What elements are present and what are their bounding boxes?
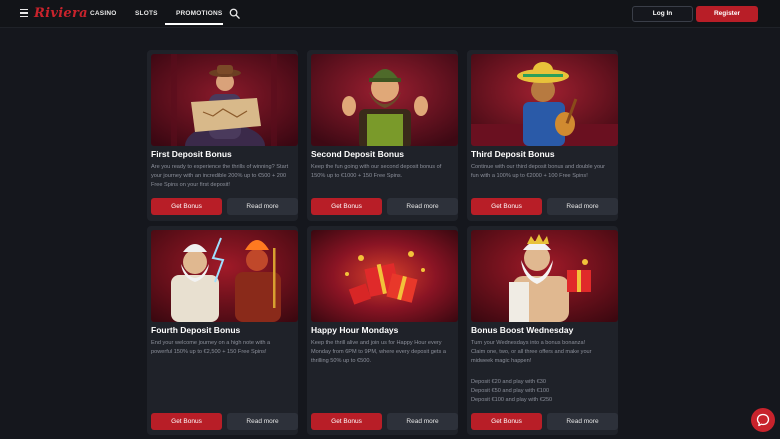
get-bonus-button[interactable]: Get Bonus: [151, 413, 222, 430]
read-more-button[interactable]: Read more: [387, 198, 458, 215]
promo-description-line: powerful 150% up to €2,500 + 150 Free Sp…: [151, 349, 267, 356]
promo-description-line: Keep the thrill alive and join us for Ha…: [311, 340, 442, 346]
hamburger-icon[interactable]: [20, 9, 28, 18]
read-more-button[interactable]: Read more: [387, 413, 458, 430]
promo-description: Keep the thrill alive and join us for Ha…: [311, 339, 459, 366]
deposit-offers-list: Deposit €20 and play with €30 Deposit €5…: [471, 378, 619, 405]
promo-title: Third Deposit Bonus: [471, 149, 555, 159]
promo-card: Fourth Deposit Bonus End your welcome jo…: [147, 226, 298, 435]
promo-title: Fourth Deposit Bonus: [151, 325, 241, 335]
promo-image-zeus-gift: [471, 230, 618, 322]
get-bonus-button[interactable]: Get Bonus: [311, 413, 382, 430]
promo-description-line: fun with a 100% up to €2000 + 100 Free S…: [471, 173, 588, 180]
promo-image-zeus-hades: [151, 230, 298, 322]
promo-description-line: Turn your Wednesdays into a bonus bonanz…: [471, 340, 586, 346]
promo-description: End your welcome journey on a high note …: [151, 339, 299, 357]
active-nav-indicator: [165, 23, 223, 25]
promo-description-line: Free Spins on your first deposit!: [151, 182, 230, 189]
promo-card: Third Deposit Bonus Continue with our th…: [467, 50, 618, 221]
promo-title: Happy Hour Mondays: [311, 325, 399, 335]
promo-description-line: Are you ready to experience the thrills …: [151, 164, 289, 170]
nav-casino[interactable]: CASINO: [90, 10, 116, 17]
top-header: Riviera CASINO SLOTS PROMOTIONS Log In R…: [0, 0, 780, 28]
logo[interactable]: Riviera: [34, 6, 88, 21]
login-button[interactable]: Log In: [632, 6, 693, 22]
promo-title: Second Deposit Bonus: [311, 149, 405, 159]
promo-description-line: Claim one, two, or all three offers and …: [471, 349, 592, 356]
promo-title: First Deposit Bonus: [151, 149, 232, 159]
promo-description: Are you ready to experience the thrills …: [151, 163, 299, 190]
deposit-offer: Deposit €100 and play with €250: [471, 397, 553, 404]
promo-image-mariachi: [471, 54, 618, 146]
promo-description-line: 150% up to €1000 + 150 Free Spins.: [311, 173, 403, 180]
get-bonus-button[interactable]: Get Bonus: [311, 198, 382, 215]
chat-icon: [756, 413, 770, 427]
deposit-offer: Deposit €50 and play with €100: [471, 388, 550, 395]
read-more-button[interactable]: Read more: [547, 198, 618, 215]
promo-description-line: End your welcome journey on a high note …: [151, 340, 271, 346]
promo-description: Turn your Wednesdays into a bonus bonanz…: [471, 339, 619, 366]
promo-card: Bonus Boost Wednesday Turn your Wednesda…: [467, 226, 618, 435]
promo-image-explorer: [151, 54, 298, 146]
deposit-offer: Deposit €20 and play with €30: [471, 379, 546, 385]
promo-image-gift-boxes: [311, 230, 458, 322]
promo-description-line: Keep the fun going with our second depos…: [311, 164, 442, 170]
promo-description-line: your journey with an incredible 200% up …: [151, 173, 287, 180]
get-bonus-button[interactable]: Get Bonus: [471, 413, 542, 430]
live-chat-button[interactable]: [751, 408, 775, 432]
promo-title: Bonus Boost Wednesday: [471, 325, 574, 335]
get-bonus-button[interactable]: Get Bonus: [471, 198, 542, 215]
get-bonus-button[interactable]: Get Bonus: [151, 198, 222, 215]
register-button[interactable]: Register: [696, 6, 758, 22]
nav-promotions[interactable]: PROMOTIONS: [176, 10, 222, 17]
search-icon[interactable]: [229, 8, 240, 19]
promo-card: Happy Hour Mondays Keep the thrill alive…: [307, 226, 458, 435]
promo-description-line: Monday from 6PM to 9PM, where every depo…: [311, 349, 446, 356]
promo-description-line: Continue with our third deposit bonus an…: [471, 164, 606, 170]
nav-slots[interactable]: SLOTS: [135, 10, 158, 17]
promo-description: Continue with our third deposit bonus an…: [471, 163, 619, 181]
read-more-button[interactable]: Read more: [547, 413, 618, 430]
promo-description: Keep the fun going with our second depos…: [311, 163, 459, 181]
promo-description-line: midweek magic happen!: [471, 358, 532, 365]
promo-card: Second Deposit Bonus Keep the fun going …: [307, 50, 458, 221]
promo-description-line: thrilling 50% up to €500.: [311, 358, 372, 365]
promo-card: First Deposit Bonus Are you ready to exp…: [147, 50, 298, 221]
promo-image-lumberjack: [311, 54, 458, 146]
read-more-button[interactable]: Read more: [227, 198, 298, 215]
read-more-button[interactable]: Read more: [227, 413, 298, 430]
